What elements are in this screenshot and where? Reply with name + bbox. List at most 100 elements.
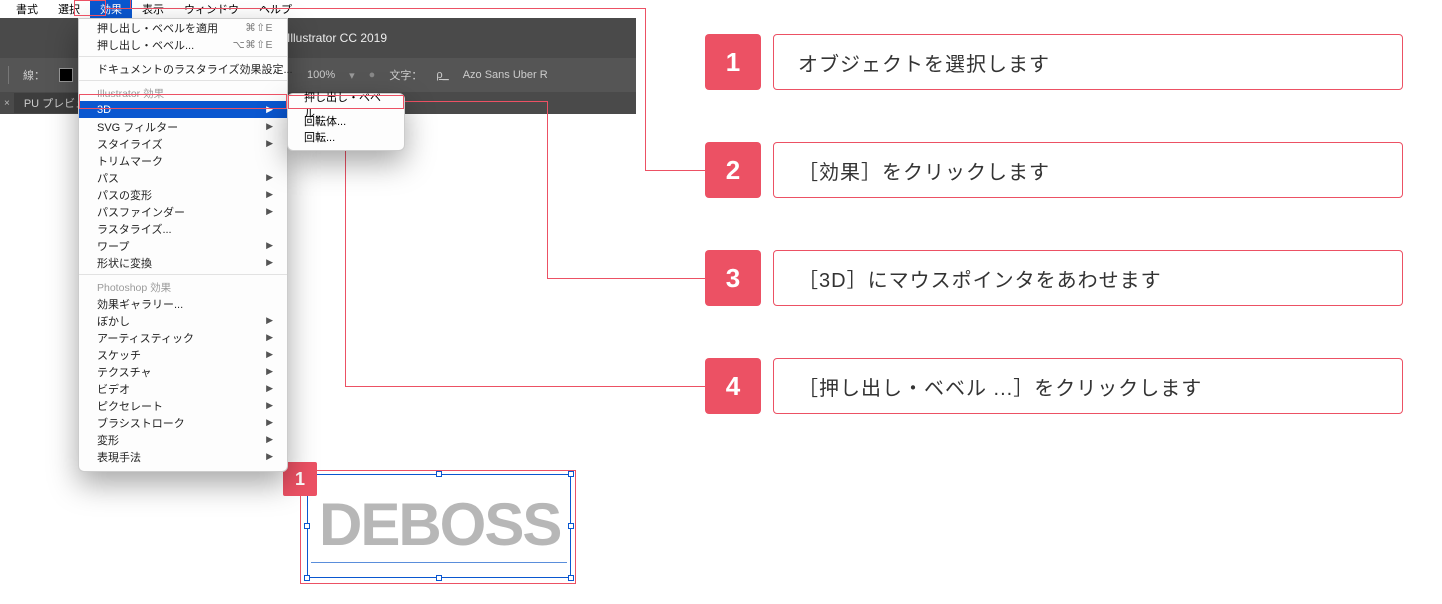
- step-2: 2 ［効果］をクリックします: [705, 142, 1403, 198]
- menu-label: スタイライズ: [97, 136, 163, 152]
- menu-help[interactable]: ヘルプ: [249, 0, 302, 19]
- connector-line: [345, 386, 705, 387]
- menu-distort[interactable]: パスの変形 ▶: [79, 186, 287, 203]
- chevron-right-icon: ▶: [266, 434, 273, 445]
- menu-effect-gallery[interactable]: 効果ギャラリー...: [79, 295, 287, 312]
- step-text: オブジェクトを選択します: [773, 34, 1403, 90]
- close-icon[interactable]: ×: [4, 98, 10, 109]
- menu-view[interactable]: 表示: [132, 0, 174, 19]
- char-label: 文字：: [389, 67, 422, 83]
- step-number: 3: [705, 250, 761, 306]
- effect-dropdown: 押し出し・ベベルを適用 ⌘⇧E 押し出し・ベベル... ⌥⌘⇧E ドキュメントの…: [78, 18, 288, 472]
- selection-handle[interactable]: [304, 575, 310, 581]
- selection-handle[interactable]: [568, 575, 574, 581]
- menu-blur[interactable]: ぼかし ▶: [79, 312, 287, 329]
- chevron-right-icon: ▶: [266, 400, 273, 411]
- menu-apply-last-effect[interactable]: 押し出し・ベベルを適用 ⌘⇧E: [79, 19, 287, 36]
- 3d-submenu: 押し出し・ベベル... 回転体... 回転...: [287, 93, 405, 151]
- connector-line: [645, 8, 646, 170]
- separator-icon: [8, 66, 9, 84]
- menu-label: ワープ: [97, 238, 129, 254]
- step-text: ［効果］をクリックします: [773, 142, 1403, 198]
- section-label: Illustrator 効果: [97, 86, 164, 101]
- menu-warp[interactable]: ワープ ▶: [79, 237, 287, 254]
- submenu-extrude-bevel[interactable]: 押し出し・ベベル...: [288, 97, 404, 113]
- artwork-step-badge: 1: [283, 462, 317, 496]
- connector-line: [130, 0, 131, 8]
- menu-stylize-ps[interactable]: 表現手法 ▶: [79, 448, 287, 465]
- step-3: 3 ［3D］にマウスポインタをあわせます: [705, 250, 1403, 306]
- chevron-right-icon: ▶: [266, 189, 273, 200]
- chevron-right-icon: ▶: [266, 383, 273, 394]
- selection-handle[interactable]: [568, 471, 574, 477]
- menu-stylize[interactable]: スタイライズ ▶: [79, 135, 287, 152]
- section-label: Photoshop 効果: [97, 280, 171, 295]
- menu-convert-shape[interactable]: 形状に変換 ▶: [79, 254, 287, 271]
- stroke-label: 線：: [23, 67, 45, 83]
- menu-select[interactable]: 選択: [48, 0, 90, 19]
- step-number: 2: [705, 142, 761, 198]
- menu-texture[interactable]: テクスチャ ▶: [79, 363, 287, 380]
- menu-pathfinder[interactable]: パスファインダー ▶: [79, 203, 287, 220]
- selection-handle[interactable]: [304, 523, 310, 529]
- menu-label: アーティスティック: [97, 330, 194, 346]
- separator-icon: [79, 80, 287, 81]
- connector-line: [547, 101, 548, 278]
- menu-label: 押し出し・ベベルを適用: [97, 20, 218, 36]
- menu-artistic[interactable]: アーティスティック ▶: [79, 329, 287, 346]
- menu-label: テクスチャ: [97, 364, 152, 380]
- step-number: 4: [705, 358, 761, 414]
- menu-label: ピクセレート: [97, 398, 163, 414]
- menu-label: 効果ギャラリー...: [97, 296, 183, 312]
- step-1: 1 オブジェクトを選択します: [705, 34, 1403, 90]
- menu-3d[interactable]: 3D ▶: [79, 101, 287, 118]
- chevron-right-icon: ▶: [266, 417, 273, 428]
- font-name[interactable]: Azo Sans Uber R: [463, 69, 548, 81]
- connector-line: [106, 8, 646, 9]
- separator-icon: [79, 56, 287, 57]
- menu-window[interactable]: ウィンドウ: [174, 0, 249, 19]
- menu-label: パスファインダー: [97, 204, 185, 220]
- menu-label: SVG フィルター: [97, 119, 178, 135]
- menu-label: トリムマーク: [97, 153, 163, 169]
- chevron-right-icon: ▶: [266, 206, 273, 217]
- submenu-rotate[interactable]: 回転...: [288, 129, 404, 145]
- menu-svg-filter[interactable]: SVG フィルター ▶: [79, 118, 287, 135]
- artwork-text[interactable]: DEBOSS: [319, 490, 569, 559]
- menu-label: スケッチ: [97, 347, 141, 363]
- menu-path[interactable]: パス ▶: [79, 169, 287, 186]
- separator-icon: [79, 274, 287, 275]
- menu-brush-strokes[interactable]: ブラシストローク ▶: [79, 414, 287, 431]
- chevron-right-icon: ▶: [266, 366, 273, 377]
- menubar: 書式 選択 効果 表示 ウィンドウ ヘルプ: [0, 0, 636, 18]
- chevron-right-icon: ▶: [266, 104, 273, 115]
- opacity-value[interactable]: 100%: [307, 69, 335, 81]
- menu-distort-ps[interactable]: 変形 ▶: [79, 431, 287, 448]
- chevron-right-icon: ▶: [266, 315, 273, 326]
- menu-label: 表現手法: [97, 449, 141, 465]
- step-text: ［押し出し・ベベル ...］をクリックします: [773, 358, 1403, 414]
- menu-label: 形状に変換: [97, 255, 152, 271]
- connector-line: [645, 170, 705, 171]
- chevron-right-icon: ▶: [266, 138, 273, 149]
- step-number: 1: [705, 34, 761, 90]
- stroke-swatch[interactable]: [59, 68, 73, 82]
- selection-handle[interactable]: [436, 471, 442, 477]
- menu-label: ぼかし: [97, 313, 130, 329]
- menu-sketch[interactable]: スケッチ ▶: [79, 346, 287, 363]
- menu-last-effect[interactable]: 押し出し・ベベル... ⌥⌘⇧E: [79, 36, 287, 53]
- menu-trim-marks[interactable]: トリムマーク: [79, 152, 287, 169]
- menu-label: ビデオ: [97, 381, 130, 397]
- menu-format[interactable]: 書式: [6, 0, 48, 19]
- selection-handle[interactable]: [436, 575, 442, 581]
- menu-video[interactable]: ビデオ ▶: [79, 380, 287, 397]
- chevron-right-icon: ▶: [266, 349, 273, 360]
- menu-rasterize[interactable]: ラスタライズ...: [79, 220, 287, 237]
- step-text: ［3D］にマウスポインタをあわせます: [773, 250, 1403, 306]
- shortcut-label: ⌘⇧E: [245, 22, 273, 34]
- chevron-right-icon: ▶: [266, 121, 273, 132]
- menu-effect[interactable]: 効果: [90, 0, 132, 19]
- menu-label: パスの変形: [97, 187, 152, 203]
- menu-pixelate[interactable]: ピクセレート ▶: [79, 397, 287, 414]
- menu-raster-settings[interactable]: ドキュメントのラスタライズ効果設定...: [79, 60, 287, 77]
